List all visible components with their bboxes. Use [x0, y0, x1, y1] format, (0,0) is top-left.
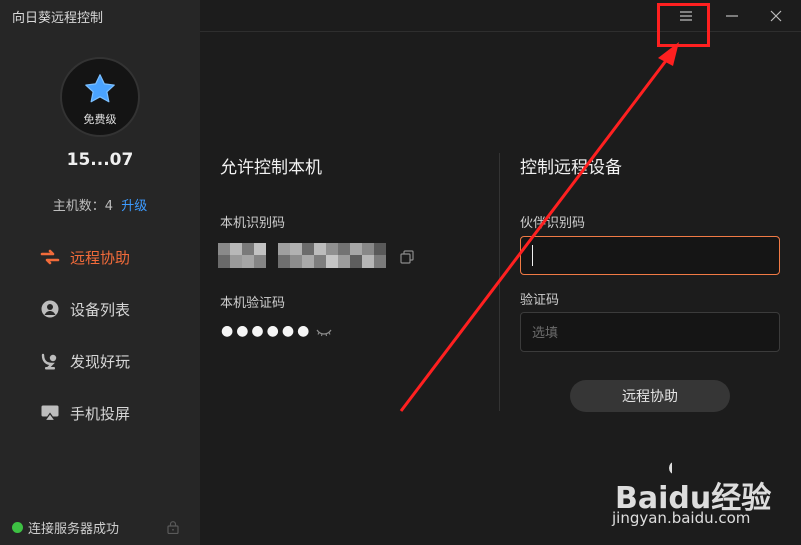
sidebar-nav: 远程协助 设备列表 发现好玩 手机投屏	[40, 240, 130, 448]
annotation-highlight-box	[657, 3, 710, 47]
status-text: 连接服务器成功	[28, 522, 120, 537]
local-id-value-redacted	[218, 243, 386, 268]
minimize-icon	[726, 15, 738, 17]
avatar[interactable]: 免费级	[60, 57, 140, 137]
local-code-label: 本机验证码	[220, 296, 286, 311]
host-count: 主机数：4 升级	[0, 195, 200, 214]
discover-icon	[41, 353, 57, 370]
lock-icon[interactable]	[166, 520, 180, 534]
title-bar	[200, 0, 801, 32]
copy-icon[interactable]	[400, 250, 414, 264]
minimize-button[interactable]	[712, 0, 752, 32]
upgrade-link[interactable]: 升级	[121, 199, 147, 214]
remote-assist-icon	[40, 249, 60, 265]
app-title: 向日葵远程控制	[12, 11, 104, 26]
tier-label: 免费级	[83, 113, 117, 126]
close-button[interactable]	[756, 0, 796, 32]
sidebar-item-label: 发现好玩	[70, 352, 131, 371]
remote-assist-button[interactable]: 远程协助	[570, 380, 730, 412]
sidebar-item-label: 设备列表	[70, 300, 131, 319]
watermark-url: jingyan.baidu.com	[612, 509, 751, 527]
allow-control-title: 允许控制本机	[220, 158, 322, 178]
device-list-icon	[41, 300, 59, 318]
partner-id-label: 伙伴识别码	[520, 216, 586, 231]
text-caret	[532, 245, 533, 266]
local-code-value: ●●●●●●	[221, 323, 313, 339]
sidebar-item-device-list[interactable]: 设备列表	[40, 292, 130, 326]
verify-code-label: 验证码	[520, 293, 560, 308]
user-id: 15...07	[66, 150, 134, 170]
star-icon	[85, 74, 115, 103]
sidebar: 向日葵远程控制 免费级 15...07 主机数：4 升级 远程协助 设备列表 发…	[0, 0, 200, 545]
status-dot-icon	[12, 522, 23, 533]
partner-id-input[interactable]	[520, 236, 780, 275]
local-id-label: 本机识别码	[220, 216, 286, 231]
screen-cast-icon	[41, 405, 59, 422]
sidebar-item-label: 远程协助	[70, 248, 131, 267]
connection-status: 连接服务器成功	[12, 518, 119, 537]
sidebar-item-remote-assist[interactable]: 远程协助	[40, 240, 130, 274]
eye-closed-icon[interactable]	[316, 326, 332, 338]
panel-divider	[499, 153, 500, 411]
verify-code-input[interactable]	[520, 312, 780, 352]
sidebar-item-discover[interactable]: 发现好玩	[40, 344, 130, 378]
host-count-label: 主机数：4	[52, 199, 114, 214]
sidebar-item-label: 手机投屏	[70, 404, 131, 423]
control-remote-title: 控制远程设备	[520, 158, 622, 178]
close-icon	[770, 10, 782, 22]
sidebar-item-screen-cast[interactable]: 手机投屏	[40, 396, 130, 430]
